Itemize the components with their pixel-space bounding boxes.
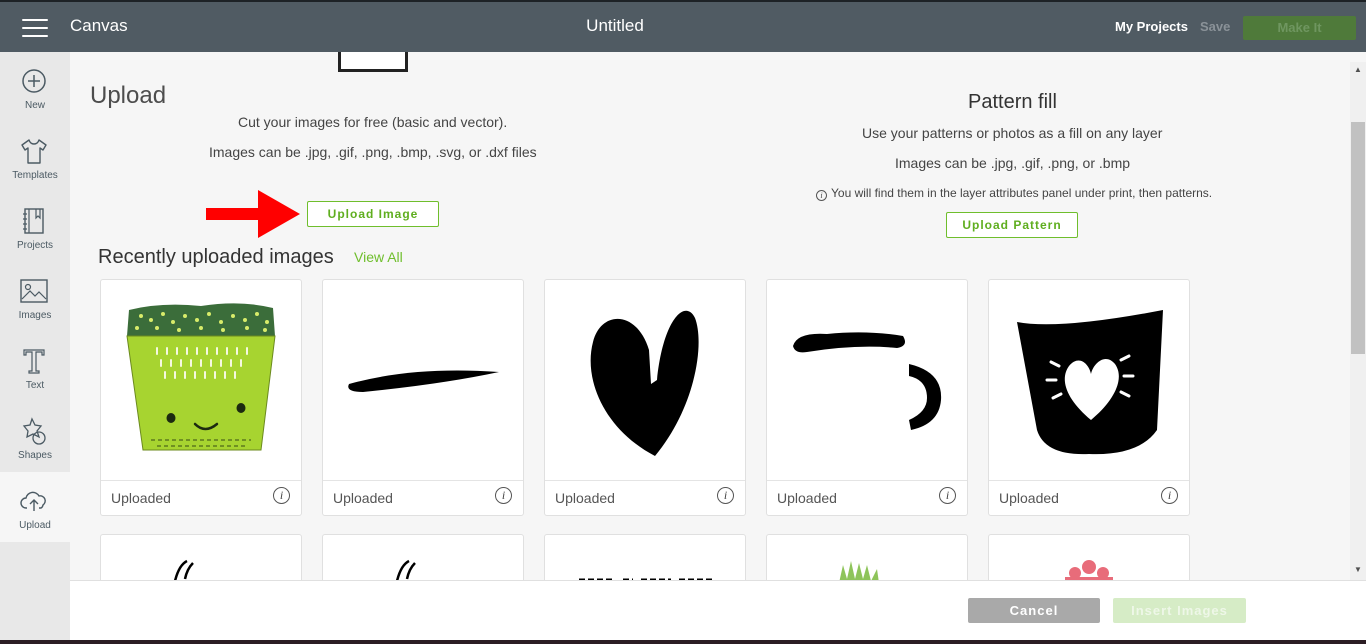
black-pot-heart-image <box>1017 310 1163 455</box>
view-all-link[interactable]: View All <box>354 249 403 265</box>
sidebar-item-shapes[interactable]: Shapes <box>0 402 70 472</box>
info-icon[interactable]: i <box>717 487 734 504</box>
tshirt-icon <box>21 139 47 164</box>
pattern-fill-note: i You will find them in the layer attribu… <box>816 186 1212 201</box>
scroll-down-arrow-icon[interactable]: ▼ <box>1350 562 1366 578</box>
script-stroke-image <box>173 559 194 580</box>
vertical-scrollbar[interactable]: ▲ ▼ <box>1350 62 1366 580</box>
card-divider <box>323 480 523 481</box>
make-it-button[interactable]: Make It <box>1243 16 1356 40</box>
text-line-image <box>579 578 713 580</box>
upload-heading: Upload <box>90 82 167 109</box>
document-title: Untitled <box>586 16 644 35</box>
sidebar-item-new[interactable]: New <box>0 52 70 122</box>
black-heart-image <box>590 310 699 456</box>
sidebar-item-label: Projects <box>16 240 54 251</box>
upload-image-button[interactable]: Upload Image <box>307 201 439 227</box>
image-icon <box>20 279 48 303</box>
sidebar-item-label: Shapes <box>18 450 52 461</box>
card-divider <box>989 480 1189 481</box>
image-card[interactable] <box>766 534 968 580</box>
recent-uploads-heading: Recently uploaded images <box>98 246 334 268</box>
card-caption: Uploaded <box>777 490 837 506</box>
sidebar-item-text[interactable]: Text <box>0 332 70 402</box>
upload-file-types: Images can be .jpg, .gif, .png, .bmp, .s… <box>209 144 537 160</box>
red-arrow-icon <box>206 190 300 238</box>
card-caption: Uploaded <box>111 490 171 506</box>
info-icon[interactable]: i <box>939 487 956 504</box>
green-succulent-image <box>839 561 879 580</box>
card-divider <box>767 480 967 481</box>
card-divider <box>101 480 301 481</box>
cancel-button[interactable]: Cancel <box>968 598 1100 623</box>
image-card[interactable]: Uploaded i <box>322 279 524 516</box>
partial-image-preview <box>338 52 408 72</box>
image-card[interactable] <box>322 534 524 580</box>
scroll-up-arrow-icon[interactable]: ▲ <box>1350 62 1366 78</box>
green-pot-image <box>126 303 276 451</box>
cloud-upload-icon <box>20 491 46 511</box>
sidebar-item-label: Text <box>25 380 45 391</box>
notebook-icon <box>23 208 44 234</box>
pink-flower-image <box>1065 560 1113 580</box>
sidebar-item-upload[interactable]: Upload <box>0 472 70 542</box>
pattern-note-text: You will find them in the layer attribut… <box>831 186 1213 200</box>
upload-panel: Upload Cut your images for free (basic a… <box>70 52 1350 580</box>
card-caption: Uploaded <box>999 490 1059 506</box>
sidebar-item-projects[interactable]: Projects <box>0 192 70 262</box>
upload-pattern-button[interactable]: Upload Pattern <box>946 212 1078 238</box>
image-card[interactable] <box>544 534 746 580</box>
sidebar-item-label: Templates <box>12 170 58 181</box>
script-stroke-image <box>395 559 416 580</box>
black-stroke-image <box>348 370 499 392</box>
sidebar-item-images[interactable]: Images <box>0 262 70 332</box>
upload-description: Cut your images for free (basic and vect… <box>238 114 508 130</box>
mug-outline-image <box>793 332 942 430</box>
sidebar-item-label: Upload <box>19 520 51 531</box>
card-divider <box>545 480 745 481</box>
scrollbar-thumb[interactable] <box>1351 122 1365 354</box>
info-icon: i <box>816 190 827 201</box>
info-icon[interactable]: i <box>1161 487 1178 504</box>
image-card[interactable]: Uploaded i <box>100 279 302 516</box>
save-button[interactable]: Save <box>1200 19 1230 34</box>
pattern-fill-description: Use your patterns or photos as a fill on… <box>862 125 1163 141</box>
top-bar: Canvas Untitled My Projects Save Make It <box>0 0 1366 52</box>
image-card[interactable]: Uploaded i <box>766 279 968 516</box>
left-sidebar: New Templates Projects Images Text Shape… <box>0 52 70 644</box>
image-card[interactable]: Uploaded i <box>988 279 1190 516</box>
shapes-icon <box>22 417 46 445</box>
text-icon <box>23 349 45 374</box>
pattern-fill-heading: Pattern fill <box>968 91 1057 113</box>
card-caption: Uploaded <box>555 490 615 506</box>
info-icon[interactable]: i <box>273 487 290 504</box>
image-card[interactable]: Uploaded i <box>544 279 746 516</box>
sidebar-item-templates[interactable]: Templates <box>0 122 70 192</box>
dialog-footer: Cancel Insert Images <box>70 580 1366 640</box>
sidebar-item-label: Images <box>18 310 52 321</box>
pattern-fill-file-types: Images can be .jpg, .gif, .png, or .bmp <box>895 155 1131 171</box>
my-projects-link[interactable]: My Projects <box>1115 19 1188 34</box>
image-card[interactable] <box>988 534 1190 580</box>
info-icon[interactable]: i <box>495 487 512 504</box>
plus-circle-icon <box>22 69 46 93</box>
sidebar-item-label: New <box>24 100 45 111</box>
insert-images-button[interactable]: Insert Images <box>1113 598 1246 623</box>
taskbar-strip <box>0 640 1366 644</box>
card-caption: Uploaded <box>333 490 393 506</box>
image-card[interactable] <box>100 534 302 580</box>
